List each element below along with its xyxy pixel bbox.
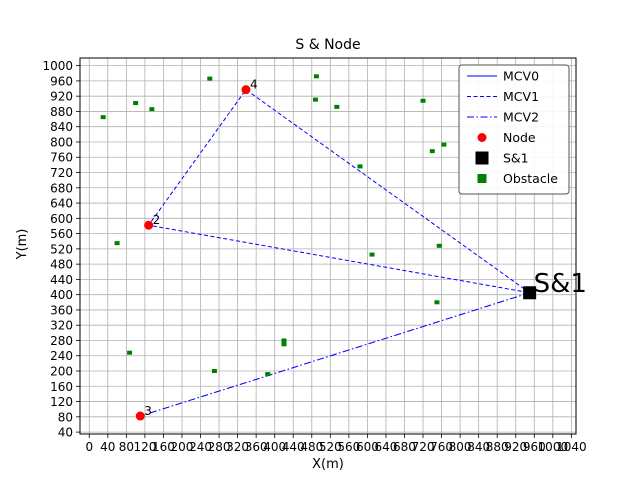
y-tick-label: 880 bbox=[50, 105, 73, 119]
obstacle-marker bbox=[281, 342, 287, 347]
y-tick-label: 960 bbox=[50, 74, 73, 88]
legend-handle-node bbox=[477, 133, 487, 142]
chart: S & Node 0 40 80 12016020024028032036040044… bbox=[0, 0, 640, 480]
obstacle-marker bbox=[429, 149, 435, 154]
legend-label: Node bbox=[503, 130, 536, 145]
y-tick-label: 240 bbox=[50, 349, 73, 363]
node-label: 3 bbox=[144, 404, 152, 418]
y-tick-label: 280 bbox=[50, 334, 73, 348]
y-tick-label: 360 bbox=[50, 303, 73, 317]
sink: S&1 bbox=[523, 269, 587, 300]
obstacle-marker bbox=[357, 164, 363, 169]
sink-label: S&1 bbox=[534, 269, 587, 299]
legend-label: MCV2 bbox=[503, 110, 539, 125]
y-tick-label: 560 bbox=[50, 227, 73, 241]
obstacle-marker bbox=[127, 350, 133, 355]
y-tick-label: 40 bbox=[58, 426, 73, 440]
y-tick-label: 120 bbox=[50, 395, 73, 409]
y-tick-label: 640 bbox=[50, 197, 73, 211]
obstacle-marker bbox=[133, 101, 139, 106]
legend-label: S&1 bbox=[503, 151, 529, 166]
y-tick-label: 800 bbox=[50, 135, 73, 149]
y-tick-label: 600 bbox=[50, 212, 73, 226]
legend: MCV0 MCV1 MCV2 Node S&1 Obstacle bbox=[458, 64, 570, 195]
y-tick-label: 160 bbox=[50, 380, 73, 394]
legend-label: MCV1 bbox=[503, 89, 539, 104]
y-tick-label: 80 bbox=[58, 410, 73, 424]
obstacle-marker bbox=[441, 142, 447, 147]
x-axis-label: X(m) bbox=[312, 457, 344, 472]
y-tick-label: 760 bbox=[50, 151, 73, 165]
obstacle-marker bbox=[312, 97, 318, 102]
obstacle-marker bbox=[149, 107, 155, 112]
y-tick-label: 680 bbox=[50, 181, 73, 195]
obstacle-marker bbox=[211, 369, 217, 374]
obstacle-marker bbox=[434, 300, 440, 305]
y-tick-label: 440 bbox=[50, 273, 73, 287]
node-label: 4 bbox=[250, 78, 258, 92]
obstacle-marker bbox=[436, 243, 442, 248]
legend-label: MCV0 bbox=[503, 69, 539, 84]
obstacle-marker bbox=[100, 115, 106, 120]
legend-handle-obstacle bbox=[477, 174, 487, 183]
obstacle-marker bbox=[334, 104, 340, 109]
obstacle-marker bbox=[265, 372, 271, 377]
x-tick-label: 40 bbox=[100, 440, 115, 454]
y-tick-label: 1000 bbox=[42, 59, 73, 73]
y-tick-label: 920 bbox=[50, 90, 73, 104]
y-tick-label: 480 bbox=[50, 258, 73, 272]
x-tick-label: 1040 bbox=[556, 440, 587, 454]
obstacle-marker bbox=[207, 76, 213, 81]
y-axis-label: Y(m) bbox=[15, 229, 30, 261]
chart-title: S & Node bbox=[295, 37, 360, 53]
obstacle-marker bbox=[369, 252, 375, 257]
obstacle-marker bbox=[114, 241, 120, 246]
x-tick-label: 0 bbox=[85, 440, 93, 454]
obstacle-marker bbox=[313, 74, 319, 79]
y-tick-label: 720 bbox=[50, 166, 73, 180]
y-tick-label: 400 bbox=[50, 288, 73, 302]
legend-label: Obstacle bbox=[503, 171, 558, 186]
y-tick-label: 200 bbox=[50, 365, 73, 379]
obstacle-marker bbox=[281, 338, 287, 343]
y-tick-label: 520 bbox=[50, 242, 73, 256]
obstacle-marker bbox=[420, 98, 426, 103]
legend-handle-sink bbox=[475, 151, 489, 165]
y-tick-label: 320 bbox=[50, 319, 73, 333]
x-tick-label: 80 bbox=[119, 440, 134, 454]
node-label: 2 bbox=[153, 213, 161, 227]
y-tick-label: 840 bbox=[50, 120, 73, 134]
